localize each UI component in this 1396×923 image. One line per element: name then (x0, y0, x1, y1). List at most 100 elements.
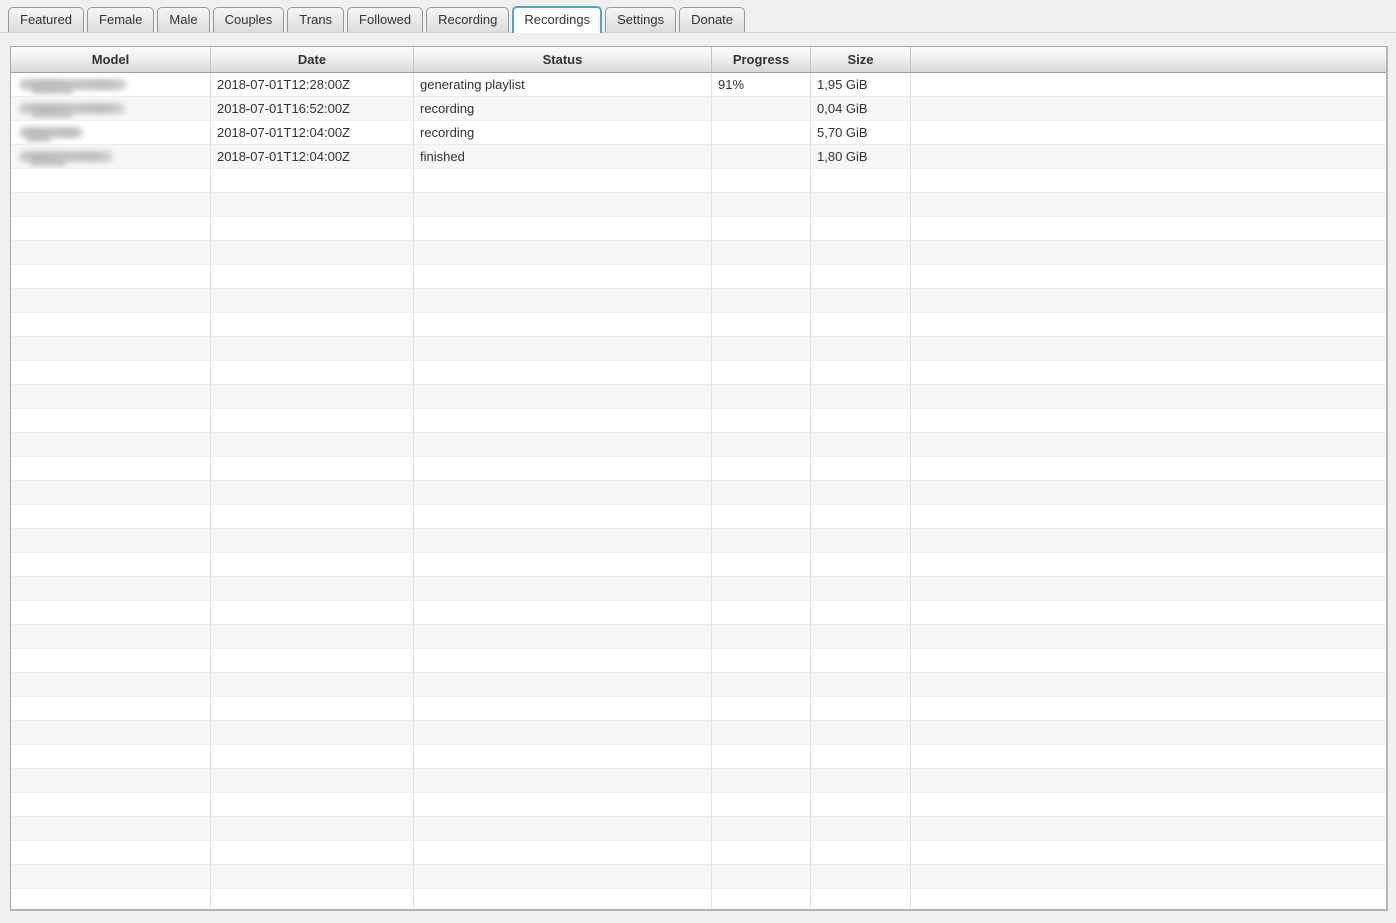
column-header-date[interactable]: Date (211, 47, 414, 73)
tab-followed[interactable]: Followed (347, 7, 423, 32)
table-row-empty[interactable] (11, 433, 1386, 457)
cell-extra (911, 217, 1386, 241)
cell-date (211, 241, 414, 265)
cell-model (11, 73, 211, 97)
table-row[interactable]: 2018-07-01T12:04:00Zrecording5,70 GiB (11, 121, 1386, 145)
cell-status (414, 169, 712, 193)
cell-model (11, 697, 211, 721)
cell-size (811, 193, 911, 217)
column-header-model[interactable]: Model (11, 47, 211, 73)
column-header-size[interactable]: Size (811, 47, 911, 73)
cell-progress (712, 505, 811, 529)
table-row-empty[interactable] (11, 553, 1386, 577)
table-row-empty[interactable] (11, 385, 1386, 409)
cell-size (811, 553, 911, 577)
table-row-empty[interactable] (11, 361, 1386, 385)
cell-extra (911, 289, 1386, 313)
cell-model (11, 745, 211, 769)
cell-date: 2018-07-01T16:52:00Z (211, 97, 414, 121)
cell-extra (911, 625, 1386, 649)
cell-extra (911, 577, 1386, 601)
tab-male[interactable]: Male (157, 7, 209, 32)
table-row-empty[interactable] (11, 625, 1386, 649)
cell-size: 1,80 GiB (811, 145, 911, 169)
table-row-empty[interactable] (11, 601, 1386, 625)
table-row-empty[interactable] (11, 697, 1386, 721)
cell-progress (712, 577, 811, 601)
cell-progress (712, 601, 811, 625)
cell-date (211, 385, 414, 409)
table-row-empty[interactable] (11, 265, 1386, 289)
cell-date (211, 169, 414, 193)
table-row-empty[interactable] (11, 793, 1386, 817)
table-row-empty[interactable] (11, 721, 1386, 745)
table-row-empty[interactable] (11, 241, 1386, 265)
table-row-empty[interactable] (11, 289, 1386, 313)
table-row-empty[interactable] (11, 769, 1386, 793)
table-row-empty[interactable] (11, 529, 1386, 553)
cell-model (11, 841, 211, 865)
column-header-extra[interactable] (911, 47, 1386, 73)
table-row-empty[interactable] (11, 865, 1386, 889)
cell-progress (712, 673, 811, 697)
cell-status (414, 577, 712, 601)
table-row-empty[interactable] (11, 217, 1386, 241)
tab-donate[interactable]: Donate (679, 7, 745, 32)
column-header-status[interactable]: Status (414, 47, 712, 73)
cell-date (211, 457, 414, 481)
tab-recording[interactable]: Recording (426, 7, 509, 32)
cell-model (11, 889, 211, 911)
table-row-empty[interactable] (11, 409, 1386, 433)
cell-size: 5,70 GiB (811, 121, 911, 145)
table-row-empty[interactable] (11, 169, 1386, 193)
cell-date (211, 625, 414, 649)
cell-date (211, 889, 414, 911)
cell-date (211, 769, 414, 793)
cell-date (211, 721, 414, 745)
table-row-empty[interactable] (11, 577, 1386, 601)
cell-progress (712, 793, 811, 817)
cell-status (414, 313, 712, 337)
table-row-empty[interactable] (11, 889, 1386, 911)
table-row[interactable]: 2018-07-01T16:52:00Zrecording0,04 GiB (11, 97, 1386, 121)
table-row[interactable]: 2018-07-01T12:04:00Zfinished1,80 GiB (11, 145, 1386, 169)
cell-progress: 91% (712, 73, 811, 97)
table-row-empty[interactable] (11, 505, 1386, 529)
cell-progress (712, 649, 811, 673)
cell-model (11, 385, 211, 409)
cell-progress (712, 265, 811, 289)
cell-date: 2018-07-01T12:28:00Z (211, 73, 414, 97)
table-row-empty[interactable] (11, 337, 1386, 361)
table-row-empty[interactable] (11, 649, 1386, 673)
cell-date (211, 289, 414, 313)
cell-size (811, 217, 911, 241)
tab-female[interactable]: Female (87, 7, 154, 32)
table-row-empty[interactable] (11, 841, 1386, 865)
tab-trans[interactable]: Trans (287, 7, 344, 32)
cell-date (211, 409, 414, 433)
cell-extra (911, 97, 1386, 121)
cell-size (811, 289, 911, 313)
tab-recordings[interactable]: Recordings (512, 6, 602, 33)
cell-model (11, 241, 211, 265)
table-row-empty[interactable] (11, 193, 1386, 217)
app-window: FeaturedFemaleMaleCouplesTransFollowedRe… (0, 0, 1396, 923)
table-row-empty[interactable] (11, 313, 1386, 337)
cell-model (11, 289, 211, 313)
tab-couples[interactable]: Couples (213, 7, 285, 32)
table-row-empty[interactable] (11, 481, 1386, 505)
tab-featured[interactable]: Featured (8, 7, 84, 32)
table-row-empty[interactable] (11, 745, 1386, 769)
cell-date (211, 337, 414, 361)
cell-status (414, 649, 712, 673)
table-row-empty[interactable] (11, 457, 1386, 481)
model-name-redacted-blob (19, 79, 127, 90)
cell-model (11, 481, 211, 505)
table-row[interactable]: 2018-07-01T12:28:00Zgenerating playlist9… (11, 73, 1386, 97)
tab-settings[interactable]: Settings (605, 7, 676, 32)
cell-size (811, 865, 911, 889)
cell-extra (911, 601, 1386, 625)
table-row-empty[interactable] (11, 817, 1386, 841)
table-row-empty[interactable] (11, 673, 1386, 697)
column-header-progress[interactable]: Progress (712, 47, 811, 73)
